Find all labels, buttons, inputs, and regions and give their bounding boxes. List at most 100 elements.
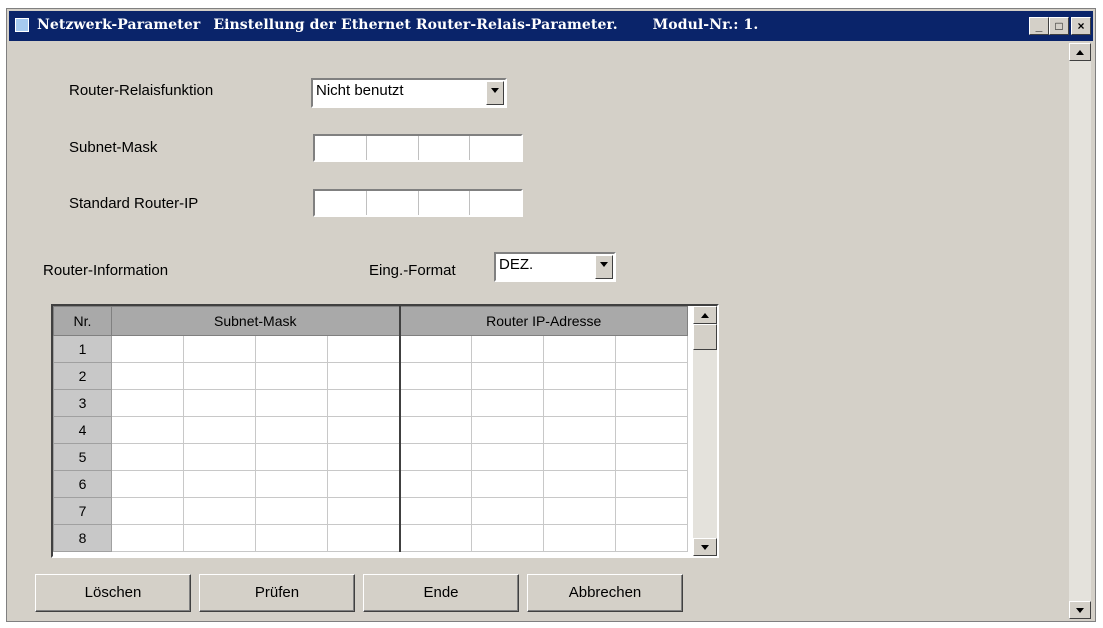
- subnet-mask-cell[interactable]: [327, 443, 400, 471]
- router-ip-cell[interactable]: [398, 416, 472, 444]
- router-ip-cell[interactable]: [398, 389, 472, 417]
- router-ip-cell[interactable]: [543, 443, 616, 471]
- router-ip-cell[interactable]: [615, 524, 688, 552]
- standard-router-ip-label: Standard Router-IP: [69, 195, 199, 212]
- relay-function-dropdown[interactable]: Nicht benutzt: [311, 78, 507, 108]
- subnet-mask-cell[interactable]: [111, 497, 184, 525]
- router-ip-cell[interactable]: [398, 335, 472, 363]
- subnet-octet-1[interactable]: [315, 136, 367, 160]
- router-ip-cell[interactable]: [398, 524, 472, 552]
- router-ip-cell[interactable]: [471, 362, 544, 390]
- subnet-mask-cell[interactable]: [255, 497, 328, 525]
- subnet-octet-2[interactable]: [367, 136, 419, 160]
- subnet-mask-cell[interactable]: [111, 524, 184, 552]
- router-ip-cell[interactable]: [471, 389, 544, 417]
- subnet-mask-cell[interactable]: [183, 524, 256, 552]
- router-ip-cell[interactable]: [543, 497, 616, 525]
- delete-button[interactable]: Löschen: [35, 574, 191, 612]
- subnet-mask-field[interactable]: [313, 134, 523, 162]
- close-button[interactable]: ×: [1071, 17, 1091, 35]
- router-ip-cell[interactable]: [398, 470, 472, 498]
- subnet-mask-cell[interactable]: [255, 362, 328, 390]
- router-ip-cell[interactable]: [543, 524, 616, 552]
- router-ip-cell[interactable]: [543, 362, 616, 390]
- router-ip-cell[interactable]: [471, 497, 544, 525]
- window-scroll-up-button[interactable]: [1069, 43, 1091, 61]
- router-ip-cell[interactable]: [543, 470, 616, 498]
- router-ip-cell[interactable]: [615, 497, 688, 525]
- subnet-mask-cell[interactable]: [327, 470, 400, 498]
- subnet-mask-cell[interactable]: [327, 416, 400, 444]
- subnet-octet-3[interactable]: [419, 136, 471, 160]
- subnet-mask-cell[interactable]: [183, 443, 256, 471]
- subnet-mask-cell[interactable]: [327, 497, 400, 525]
- subnet-mask-cell[interactable]: [327, 335, 400, 363]
- router-ip-cell[interactable]: [615, 416, 688, 444]
- subnet-mask-cell[interactable]: [183, 335, 256, 363]
- router-ip-cell[interactable]: [398, 497, 472, 525]
- subnet-mask-cell[interactable]: [111, 362, 184, 390]
- router-ip-cell[interactable]: [398, 443, 472, 471]
- router-ip-cell[interactable]: [615, 362, 688, 390]
- subnet-mask-cell[interactable]: [255, 335, 328, 363]
- table-scrollbar[interactable]: [693, 306, 717, 556]
- router-ip-cell[interactable]: [471, 524, 544, 552]
- minimize-button[interactable]: _: [1029, 17, 1049, 35]
- subnet-mask-cell[interactable]: [183, 389, 256, 417]
- router-ip-cell[interactable]: [471, 443, 544, 471]
- router-ip-cell[interactable]: [615, 335, 688, 363]
- router-ip-cell[interactable]: [543, 389, 616, 417]
- subnet-mask-cell[interactable]: [255, 416, 328, 444]
- subnet-mask-cell[interactable]: [111, 389, 184, 417]
- subnet-mask-cell[interactable]: [183, 362, 256, 390]
- row-number: 7: [53, 497, 112, 525]
- dropdown-arrow-icon[interactable]: [486, 81, 504, 105]
- subnet-mask-cell[interactable]: [255, 524, 328, 552]
- router-ip-cell[interactable]: [543, 335, 616, 363]
- router-ip-octet-2[interactable]: [367, 191, 419, 215]
- subnet-mask-cell[interactable]: [183, 470, 256, 498]
- subnet-mask-cell[interactable]: [111, 443, 184, 471]
- standard-router-ip-field[interactable]: [313, 189, 523, 217]
- router-ip-cell[interactable]: [615, 389, 688, 417]
- router-ip-octet-3[interactable]: [419, 191, 471, 215]
- router-information-label: Router-Information: [43, 262, 169, 279]
- scroll-down-button[interactable]: [693, 538, 717, 556]
- input-format-dropdown[interactable]: DEZ.: [494, 252, 616, 282]
- scroll-up-button[interactable]: [693, 306, 717, 324]
- subnet-mask-cell[interactable]: [255, 389, 328, 417]
- subnet-mask-cell[interactable]: [327, 524, 400, 552]
- window-scrollbar[interactable]: [1069, 43, 1091, 619]
- router-ip-cell[interactable]: [615, 470, 688, 498]
- subnet-mask-cell[interactable]: [255, 470, 328, 498]
- header-subnet-mask: Subnet-Mask: [111, 306, 400, 336]
- router-ip-cell[interactable]: [543, 416, 616, 444]
- dialog-window: Netzwerk-Parameter Einstellung der Ether…: [6, 8, 1096, 622]
- subnet-mask-cell[interactable]: [183, 497, 256, 525]
- router-ip-cell[interactable]: [398, 362, 472, 390]
- router-ip-cell[interactable]: [471, 335, 544, 363]
- subnet-octet-4[interactable]: [470, 136, 521, 160]
- input-format-value: DEZ.: [499, 256, 534, 273]
- subnet-mask-cell[interactable]: [327, 389, 400, 417]
- end-button[interactable]: Ende: [363, 574, 519, 612]
- router-ip-cell[interactable]: [471, 470, 544, 498]
- subnet-mask-cell[interactable]: [111, 335, 184, 363]
- router-ip-octet-4[interactable]: [470, 191, 521, 215]
- router-ip-octet-1[interactable]: [315, 191, 367, 215]
- cancel-button[interactable]: Abbrechen: [527, 574, 683, 612]
- subnet-mask-cell[interactable]: [111, 470, 184, 498]
- relay-function-value: Nicht benutzt: [316, 82, 404, 99]
- subnet-mask-cell[interactable]: [327, 362, 400, 390]
- subnet-mask-cell[interactable]: [183, 416, 256, 444]
- row-number: 8: [53, 524, 112, 552]
- maximize-button[interactable]: □: [1049, 17, 1069, 35]
- router-ip-cell[interactable]: [471, 416, 544, 444]
- router-ip-cell[interactable]: [615, 443, 688, 471]
- subnet-mask-cell[interactable]: [255, 443, 328, 471]
- check-button[interactable]: Prüfen: [199, 574, 355, 612]
- dropdown-arrow-icon[interactable]: [595, 255, 613, 279]
- subnet-mask-cell[interactable]: [111, 416, 184, 444]
- scroll-thumb[interactable]: [693, 324, 717, 350]
- window-scroll-down-button[interactable]: [1069, 601, 1091, 619]
